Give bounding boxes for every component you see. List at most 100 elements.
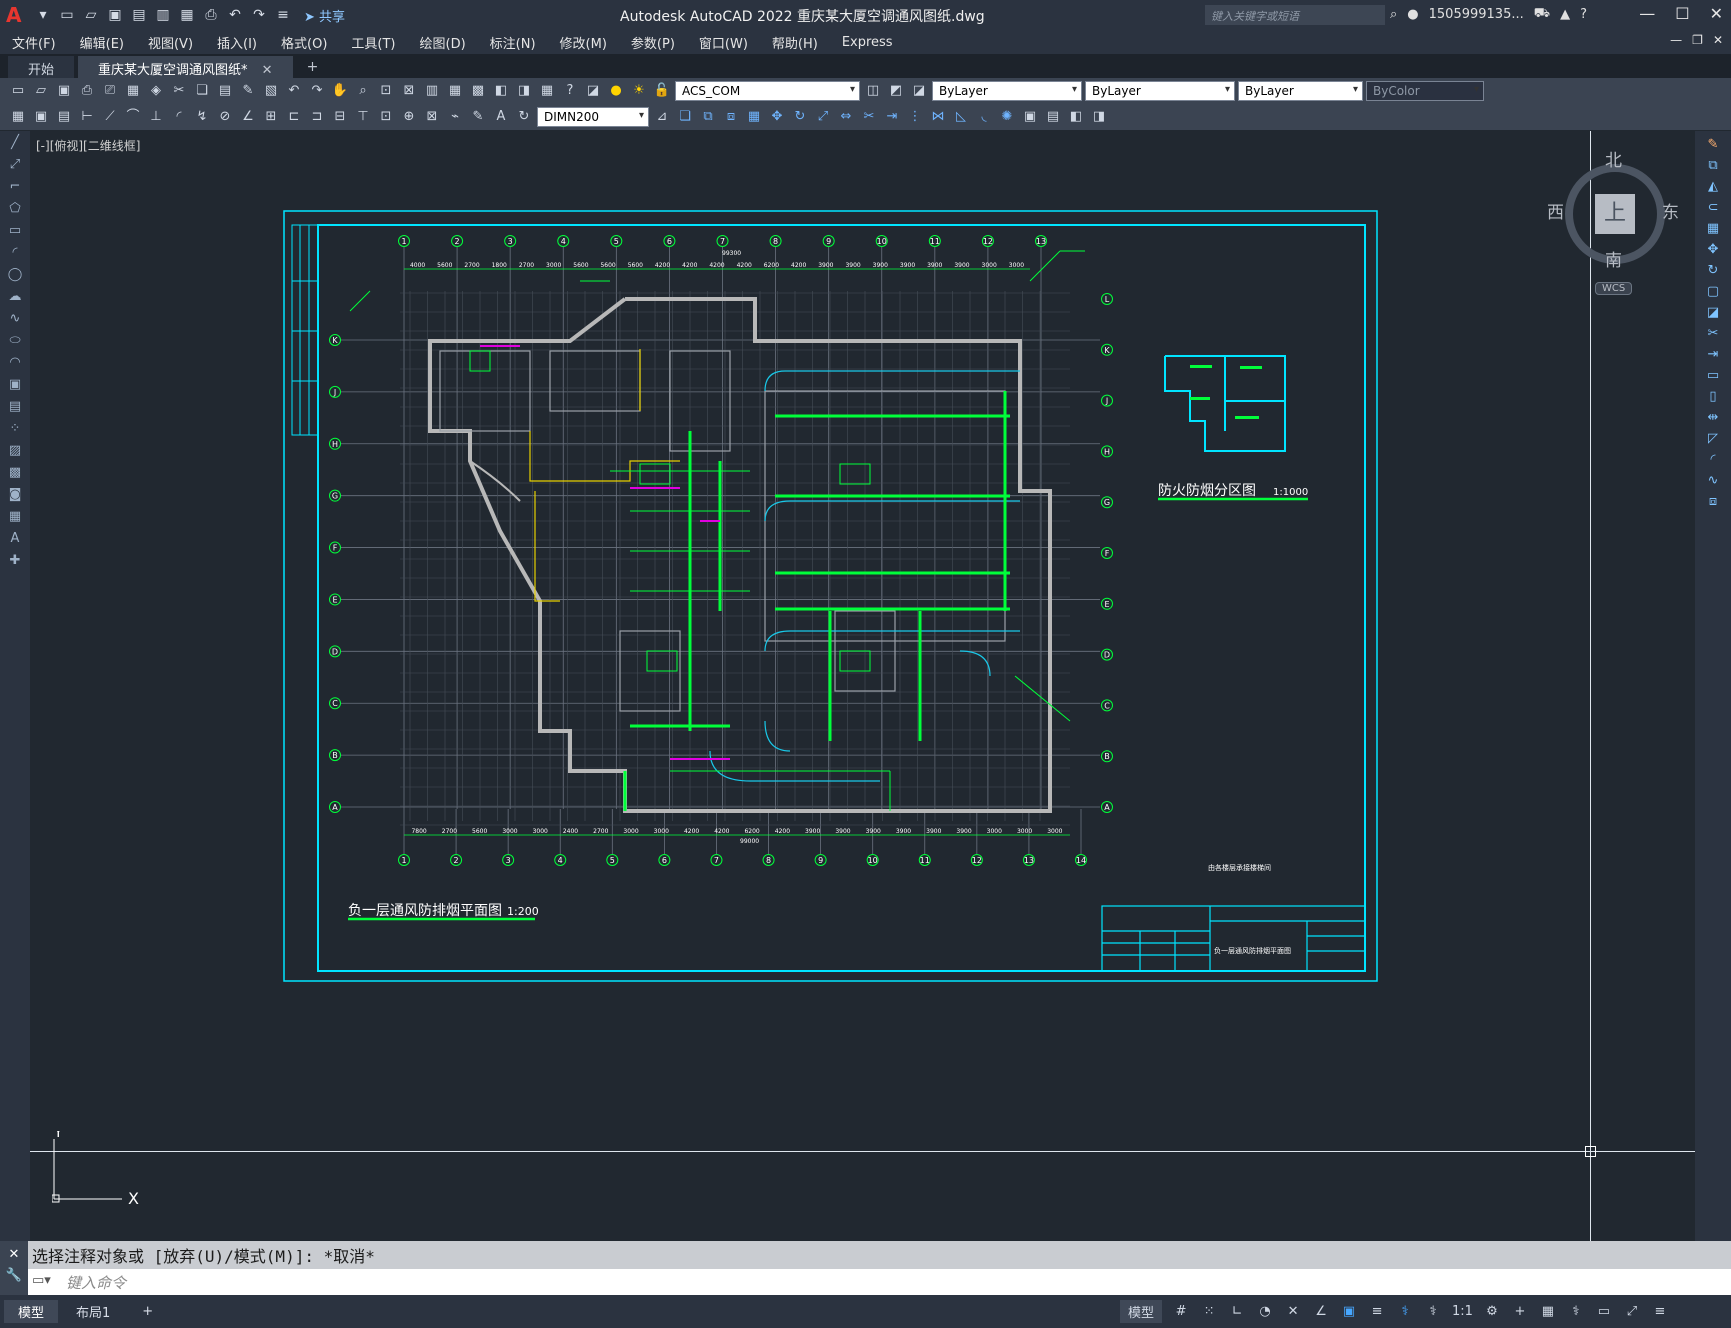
wcs-menu[interactable]: WCS (1595, 282, 1633, 295)
diameter-dim-icon[interactable]: ⊘ (215, 107, 235, 127)
table-icon[interactable]: ▦ (5, 509, 25, 527)
zoom-previous-icon[interactable]: ⊠ (399, 81, 419, 101)
export-icon[interactable]: ▥ (154, 7, 172, 23)
annotation-monitor-icon[interactable]: + (1511, 1304, 1529, 1319)
stretch-icon[interactable]: ⇔ (836, 107, 856, 127)
command-input[interactable]: 键入命令 (66, 1272, 126, 1293)
angular-dim-icon[interactable]: ∠ (238, 107, 258, 127)
offset-icon[interactable]: ⧈ (721, 107, 741, 127)
pan-icon[interactable]: ✋ (330, 81, 350, 101)
chamfer-icon[interactable]: ◺ (951, 107, 971, 127)
save-icon[interactable]: ▣ (106, 7, 124, 23)
quickcalc-icon[interactable]: ▦ (537, 81, 557, 101)
help-icon[interactable]: ? (560, 81, 580, 101)
ellipse-arc-icon[interactable]: ◠ (5, 355, 25, 373)
quick-dim-icon[interactable]: ⊞ (261, 107, 281, 127)
polygon-icon[interactable]: ⬠ (5, 201, 25, 219)
match-icon[interactable]: ▣ (1020, 107, 1040, 127)
dropdown-icon[interactable]: ▾ (34, 7, 52, 23)
redo-icon[interactable]: ↷ (307, 81, 327, 101)
rectangle-icon[interactable]: ▭ (5, 223, 25, 241)
explode-icon[interactable]: ✺ (997, 107, 1017, 127)
offset-icon[interactable]: ⊂ (1703, 200, 1723, 218)
grid-icon[interactable]: # (1172, 1304, 1190, 1319)
dimstyle-combo[interactable]: DIMN200 ▾ (537, 107, 649, 127)
search-input[interactable]: 键入关键字或短语 (1205, 5, 1385, 25)
object-snap-icon[interactable]: ▣ (1340, 1304, 1358, 1319)
hatch-icon[interactable]: ▨ (5, 443, 25, 461)
annotation-visibility-icon[interactable]: ⚕ (1396, 1304, 1414, 1319)
share-button[interactable]: ➤ 共享 (304, 6, 345, 25)
arc-icon[interactable]: ◜ (5, 245, 25, 263)
rotate-icon[interactable]: ↻ (1703, 263, 1723, 281)
open-file-icon[interactable]: ▱ (82, 7, 100, 23)
dim-edit-icon[interactable]: ✎ (468, 107, 488, 127)
maximize-icon[interactable]: ☐ (1675, 4, 1689, 23)
menu-format[interactable]: 格式(O) (269, 33, 339, 52)
layer-properties-icon[interactable]: ◪ (583, 81, 603, 101)
undo-icon[interactable]: ↶ (284, 81, 304, 101)
continue-dim-icon[interactable]: ⊐ (307, 107, 327, 127)
erase-icon[interactable]: ◨ (1089, 107, 1109, 127)
annotation-scale[interactable]: 1:1 (1452, 1304, 1473, 1319)
markup-icon[interactable]: ◨ (514, 81, 534, 101)
fillet-icon[interactable]: ◟ (974, 107, 994, 127)
user-icon[interactable]: ● (1407, 7, 1418, 22)
tab-layout1[interactable]: 布局1 (62, 1300, 124, 1323)
copy-obj-icon[interactable]: ❏ (675, 107, 695, 127)
layer-state-icon[interactable]: ◪ (909, 81, 929, 101)
color-combo[interactable]: ByLayer ▾ (932, 81, 1082, 101)
ortho-icon[interactable]: ∟ (1228, 1304, 1246, 1319)
drawing-viewport[interactable]: [-][俯视][二维线框] 1 2 3 4 5 6 7 8 9 10 11 12… (30, 131, 1695, 1241)
menu-view[interactable]: 视图(V) (136, 33, 205, 52)
draworder-icon[interactable]: ◧ (1066, 107, 1086, 127)
inspect-icon[interactable]: ⊠ (422, 107, 442, 127)
3d-print-icon[interactable]: ◈ (146, 81, 166, 101)
center-mark-icon[interactable]: ⊕ (399, 107, 419, 127)
chamfer-icon[interactable]: ◸ (1703, 431, 1723, 449)
scale-icon[interactable]: ▢ (1703, 284, 1723, 302)
help-button[interactable]: ? (1580, 7, 1587, 22)
group-icon[interactable]: ▤ (1043, 107, 1063, 127)
dim-style-icon[interactable]: ⊿ (652, 107, 672, 127)
menu-modify[interactable]: 修改(M) (548, 33, 619, 52)
block-editor-icon[interactable]: ▧ (261, 81, 281, 101)
ordinate-dim-icon[interactable]: ⊥ (146, 107, 166, 127)
dim-text-edit-icon[interactable]: A (491, 107, 511, 127)
minimize-icon[interactable]: — (1639, 4, 1655, 23)
tolerance-icon[interactable]: ⊡ (376, 107, 396, 127)
dim-update-icon[interactable]: ↻ (514, 107, 534, 127)
doc-close-icon[interactable]: ✕ (1713, 33, 1723, 47)
menu-parametric[interactable]: 参数(P) (619, 33, 687, 52)
undo-icon[interactable]: ↶ (226, 7, 244, 23)
revision-cloud-icon[interactable]: ☁ (5, 289, 25, 307)
move-icon[interactable]: ✥ (767, 107, 787, 127)
scale-icon[interactable]: ⤢ (813, 107, 833, 127)
paste-icon[interactable]: ▤ (215, 81, 235, 101)
menu-help[interactable]: 帮助(H) (760, 33, 830, 52)
construction-line-icon[interactable]: ⤢ (5, 157, 25, 175)
zoom-window-icon[interactable]: ⊡ (376, 81, 396, 101)
autodesk-icon[interactable]: ▲ (1560, 7, 1570, 22)
new-tab-button[interactable]: + (297, 56, 329, 78)
plot-icon[interactable]: ⎙ (77, 81, 97, 101)
layer-lock-icon[interactable]: 🔓 (652, 81, 672, 101)
compass-west[interactable]: 西 (1547, 198, 1564, 223)
copy-icon[interactable]: ❏ (192, 81, 212, 101)
join-icon[interactable]: ⋈ (928, 107, 948, 127)
tab-start[interactable]: 开始 (8, 56, 75, 78)
make-current-icon[interactable]: ◫ (863, 81, 883, 101)
new-file-icon[interactable]: ▭ (58, 7, 76, 23)
move-icon[interactable]: ✥ (1703, 242, 1723, 260)
blend-icon[interactable]: ∿ (1703, 473, 1723, 491)
extend-icon[interactable]: ⇥ (1703, 347, 1723, 365)
menu-edit[interactable]: 编辑(E) (68, 33, 136, 52)
new-icon[interactable]: ▭ (8, 81, 28, 101)
mirror-icon[interactable]: ◭ (1703, 179, 1723, 197)
save-icon[interactable]: ▣ (54, 81, 74, 101)
point-icon[interactable]: ⁘ (5, 421, 25, 439)
quick-properties-icon[interactable]: ⚕ (1567, 1304, 1585, 1319)
user-name[interactable]: 1505999135... (1429, 7, 1524, 22)
break-icon[interactable]: ▯ (1703, 389, 1723, 407)
spline-icon[interactable]: ∿ (5, 311, 25, 329)
